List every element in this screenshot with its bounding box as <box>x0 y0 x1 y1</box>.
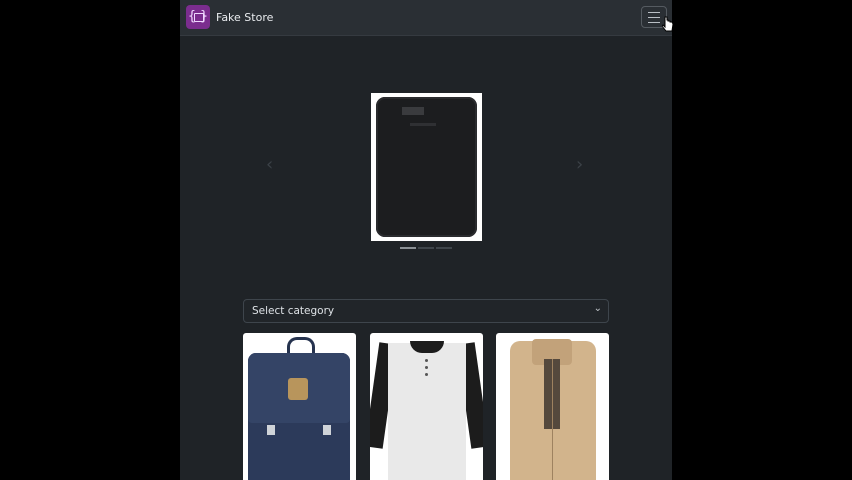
brand[interactable]: { } Fake Store <box>186 5 273 29</box>
product-card[interactable] <box>496 333 609 480</box>
app-viewport: { } Fake Store ‹ › Select category ⌄ <box>180 0 672 480</box>
chevron-right-icon: › <box>576 154 584 175</box>
brand-name: Fake Store <box>216 10 274 24</box>
chevron-left-icon: ‹ <box>266 154 274 175</box>
carousel-slide-image[interactable] <box>371 93 482 241</box>
carousel-indicators <box>400 247 452 249</box>
carousel-indicator[interactable] <box>436 247 452 249</box>
carousel-indicator[interactable] <box>400 247 416 249</box>
carousel-next-button[interactable]: › <box>576 154 583 175</box>
category-select[interactable]: Select category ⌄ <box>243 299 609 323</box>
shopping-bag-braces-icon: { } <box>186 5 210 29</box>
carousel-indicator[interactable] <box>418 247 434 249</box>
category-select-value: Select category <box>252 305 335 317</box>
navbar: { } Fake Store <box>180 0 672 36</box>
external-hard-drive-image <box>376 97 477 237</box>
mouse-pointer-icon <box>662 16 674 32</box>
chevron-down-icon: ⌄ <box>593 303 602 314</box>
carousel-prev-button[interactable]: ‹ <box>266 154 273 175</box>
product-card[interactable] <box>370 333 483 480</box>
product-card[interactable] <box>243 333 356 480</box>
